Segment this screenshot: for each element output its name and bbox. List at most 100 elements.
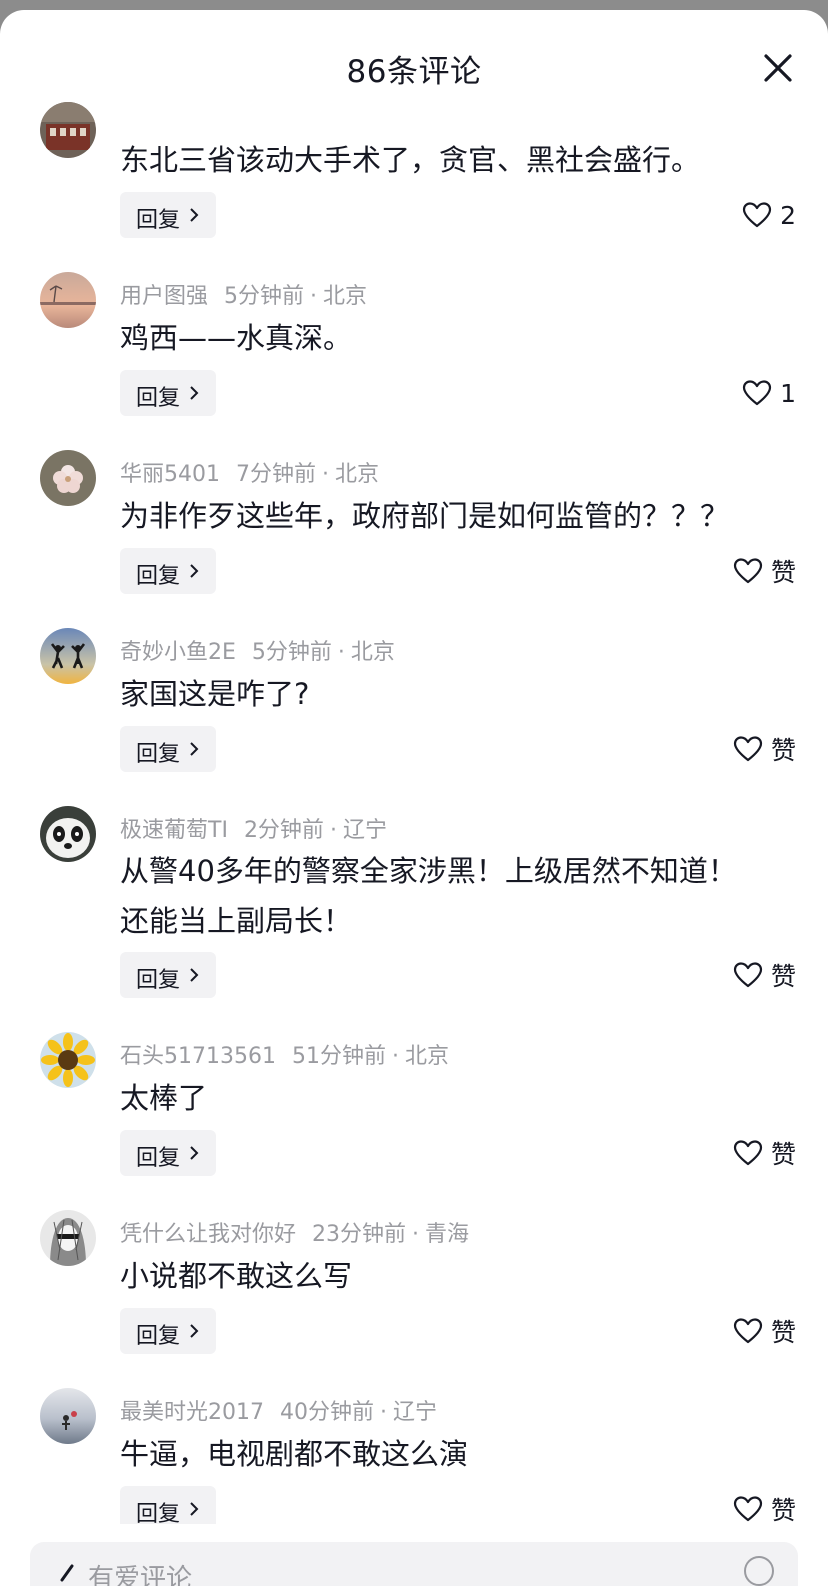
heart-icon — [733, 1318, 763, 1344]
reply-button[interactable]: 回复 — [120, 952, 216, 998]
emoji-icon[interactable] — [744, 1556, 774, 1586]
comment-time: 23分钟前 — [312, 1222, 407, 1247]
comment-time: 2分钟前 — [243, 818, 324, 843]
comments-sheet: 86条评论 东北三省该动大手术了，贪官、黑社会盛行。 回复 2 用户图强 5分钟… — [0, 10, 828, 1586]
like-count: 1 — [780, 378, 796, 408]
separator-dot: · — [329, 818, 337, 843]
comment-meta: 最美时光2017 40分钟前 · 辽宁 — [120, 1394, 437, 1426]
sea-avatar[interactable] — [40, 1388, 96, 1444]
comment-text: 东北三省该动大手术了，贪官、黑社会盛行。 — [120, 143, 701, 177]
comment-meta: 石头51713561 51分钟前 · 北京 — [120, 1038, 449, 1070]
flower-avatar[interactable] — [40, 450, 96, 506]
username[interactable]: 奇妙小鱼2E — [120, 640, 236, 665]
chevron-right-icon — [190, 564, 199, 578]
like-button[interactable]: 赞 — [733, 1308, 796, 1354]
username[interactable]: 极速葡萄TI — [120, 818, 228, 843]
chevron-right-icon — [190, 1324, 199, 1338]
comment-text: 从警40多年的警察全家涉黑！上级居然不知道！还能当上副局长！ — [120, 854, 737, 938]
chevron-right-icon — [190, 386, 199, 400]
separator-dot: · — [322, 462, 329, 487]
like-count: 赞 — [770, 1318, 796, 1347]
comment-text: 鸡西——水真深。 — [120, 321, 353, 355]
comment-text: 家国这是咋了? — [120, 677, 310, 711]
close-button[interactable] — [760, 50, 796, 86]
chevron-right-icon — [190, 208, 199, 222]
comment-location: 辽宁 — [393, 1400, 438, 1425]
sheet-header: 86条评论 — [0, 10, 828, 110]
separator-dot: · — [391, 1044, 399, 1069]
heart-icon — [742, 380, 772, 406]
reply-label: 回复 — [136, 742, 181, 767]
comment-meta: 奇妙小鱼2E 5分钟前 · 北京 — [120, 634, 395, 666]
comment-location: 辽宁 — [342, 818, 387, 843]
close-icon — [764, 54, 792, 82]
reply-button[interactable]: 回复 — [120, 192, 216, 238]
comment-location: 青海 — [425, 1222, 470, 1247]
building-avatar[interactable] — [40, 102, 96, 158]
sunset-avatar[interactable] — [40, 272, 96, 328]
reply-label: 回复 — [136, 564, 181, 589]
comment-text: 为非作歹这些年，政府部门是如何监管的？？？ — [120, 499, 730, 533]
comment-meta: 极速葡萄TI 2分钟前 · 辽宁 — [120, 812, 387, 844]
heart-icon — [733, 1496, 763, 1522]
separator-dot: · — [380, 1400, 387, 1425]
reply-button[interactable]: 回复 — [120, 1130, 216, 1176]
like-count: 赞 — [770, 736, 796, 765]
username[interactable]: 用户图强 — [120, 284, 208, 309]
comment-meta: 华丽5401 7分钟前 · 北京 — [120, 456, 379, 488]
reply-label: 回复 — [136, 208, 181, 233]
comment-time: 5分钟前 — [224, 284, 305, 309]
comment-input[interactable]: 有爱评论 — [30, 1542, 798, 1586]
chevron-right-icon — [190, 968, 199, 982]
comment-text: 小说都不敢这么写 — [120, 1259, 353, 1293]
like-count: 赞 — [770, 558, 796, 587]
like-button[interactable]: 2 — [742, 192, 796, 238]
comment-count-title: 86条评论 — [346, 54, 482, 90]
heart-icon — [733, 962, 763, 988]
reply-button[interactable]: 回复 — [120, 548, 216, 594]
username[interactable]: 华丽5401 — [120, 462, 220, 487]
reply-label: 回复 — [136, 1146, 181, 1171]
username[interactable]: 凭什么让我对你好 — [120, 1222, 296, 1247]
like-count: 赞 — [770, 1140, 796, 1169]
like-count: 2 — [780, 200, 796, 230]
comment-time: 5分钟前 — [251, 640, 332, 665]
comment-time: 7分钟前 — [236, 462, 316, 487]
like-button[interactable]: 赞 — [733, 548, 796, 594]
username[interactable]: 最美时光2017 — [120, 1400, 264, 1425]
reply-button[interactable]: 回复 — [120, 1486, 216, 1524]
sunflower-avatar[interactable] — [40, 1032, 96, 1088]
heart-icon — [733, 736, 763, 762]
chevron-right-icon — [190, 1146, 199, 1160]
sketch-avatar[interactable] — [40, 1210, 96, 1266]
like-count: 赞 — [770, 962, 796, 991]
comment-list[interactable]: 东北三省该动大手术了，贪官、黑社会盛行。 回复 2 用户图强 5分钟前 · 北京… — [0, 102, 828, 1524]
comment-meta: 凭什么让我对你好 23分钟前 · 青海 — [120, 1216, 469, 1248]
separator-dot: · — [412, 1222, 420, 1247]
comment-location: 北京 — [350, 640, 395, 665]
like-count: 赞 — [770, 1496, 796, 1524]
reply-button[interactable]: 回复 — [120, 370, 216, 416]
comment-meta: 用户图强 5分钟前 · 北京 — [120, 278, 367, 310]
pencil-icon — [60, 1564, 74, 1582]
comment-text: 太棒了 — [120, 1081, 208, 1115]
like-button[interactable]: 赞 — [733, 1130, 796, 1176]
like-button[interactable]: 赞 — [733, 726, 796, 772]
username[interactable]: 石头51713561 — [120, 1044, 276, 1069]
comment-location: 北京 — [335, 462, 380, 487]
comment-text: 牛逼，电视剧都不敢这么演 — [120, 1437, 469, 1471]
reply-button[interactable]: 回复 — [120, 726, 216, 772]
heart-icon — [733, 1140, 763, 1166]
reply-label: 回复 — [136, 968, 181, 993]
reply-label: 回复 — [136, 1502, 181, 1524]
like-button[interactable]: 赞 — [733, 1486, 796, 1524]
reply-button[interactable]: 回复 — [120, 1308, 216, 1354]
heart-icon — [733, 558, 763, 584]
panda-avatar[interactable] — [40, 806, 96, 862]
like-button[interactable]: 赞 — [733, 952, 796, 998]
like-button[interactable]: 1 — [742, 370, 796, 416]
jumping-avatar[interactable] — [40, 628, 96, 684]
reply-label: 回复 — [136, 386, 181, 411]
comment-location: 北京 — [323, 284, 368, 309]
separator-dot: · — [310, 284, 318, 309]
